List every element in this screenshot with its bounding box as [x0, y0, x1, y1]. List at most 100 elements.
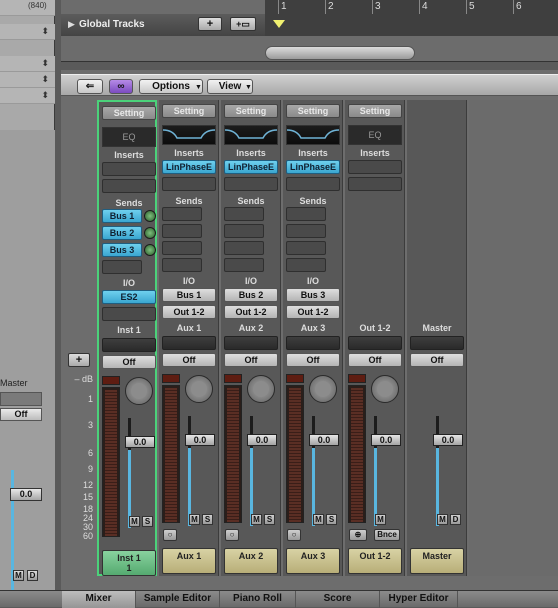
track-name-pill[interactable]: Aux 2: [224, 548, 278, 574]
pan-knob[interactable]: [371, 375, 399, 403]
mute-button[interactable]: M: [313, 514, 324, 525]
send-slot[interactable]: [286, 207, 326, 221]
group-slot[interactable]: [410, 336, 464, 350]
automation-mode-button[interactable]: Off: [286, 353, 340, 367]
solo-button[interactable]: S: [142, 516, 153, 527]
send-slot[interactable]: [224, 224, 264, 238]
clip-indicator[interactable]: [224, 374, 242, 383]
send-slot[interactable]: [162, 207, 202, 221]
track-name-pill[interactable]: Out 1-2: [348, 548, 402, 574]
send-slot[interactable]: Bus 2: [102, 226, 142, 240]
setting-button[interactable]: Setting: [348, 104, 402, 118]
insert-slot[interactable]: [224, 177, 278, 191]
send-slot[interactable]: [286, 224, 326, 238]
send-slot[interactable]: [286, 258, 326, 272]
horizontal-scrollbar[interactable]: [265, 46, 415, 60]
output-slot[interactable]: Out 1-2: [162, 305, 216, 319]
inspector-row[interactable]: ⬍: [0, 88, 55, 104]
global-tracks-header[interactable]: ▶ Global Tracks + +▭: [61, 14, 265, 36]
disclosure-triangle-icon[interactable]: ▶: [68, 19, 75, 30]
master-fader-cap[interactable]: 0.0: [10, 488, 42, 501]
mute-button[interactable]: M: [189, 514, 200, 525]
bounce-button[interactable]: Bnce: [374, 529, 400, 541]
send-slot[interactable]: Bus 3: [102, 243, 142, 257]
track-name-pill[interactable]: Inst 1 1: [102, 550, 156, 576]
send-slot[interactable]: [162, 224, 202, 238]
insert-slot[interactable]: LinPhaseE: [286, 160, 340, 174]
input-slot[interactable]: Bus 3: [286, 288, 340, 302]
group-slot[interactable]: [348, 336, 402, 350]
track-name-pill[interactable]: Aux 1: [162, 548, 216, 574]
setting-button[interactable]: Setting: [102, 106, 156, 120]
mute-button[interactable]: M: [129, 516, 140, 527]
send-slot[interactable]: [102, 260, 142, 274]
insert-slot[interactable]: LinPhaseE: [162, 160, 216, 174]
bar-ruler[interactable]: 1 2 3 4 5 6: [265, 0, 558, 36]
insert-slot[interactable]: [162, 177, 216, 191]
input-slot[interactable]: ES2: [102, 290, 156, 304]
insert-slot[interactable]: LinPhaseE: [224, 160, 278, 174]
send-slot[interactable]: [224, 258, 264, 272]
master-dim-button[interactable]: D: [27, 570, 38, 581]
send-level-knob[interactable]: [144, 210, 156, 222]
send-slot[interactable]: [162, 258, 202, 272]
add-track-with-folder-icon[interactable]: +▭: [230, 17, 256, 31]
link-icon[interactable]: ∞: [109, 79, 133, 94]
master-setting-slot[interactable]: [0, 392, 42, 406]
back-arrow-icon[interactable]: ⇐: [77, 79, 103, 94]
volume-fader[interactable]: 0.0: [309, 434, 339, 446]
inspector-row[interactable]: ⬍: [0, 56, 55, 72]
mute-button[interactable]: M: [251, 514, 262, 525]
pan-knob[interactable]: [247, 375, 275, 403]
add-channel-strip-button[interactable]: +: [68, 353, 90, 367]
send-level-knob[interactable]: [144, 227, 156, 239]
insert-slot[interactable]: [102, 179, 156, 193]
output-slot[interactable]: Out 1-2: [286, 305, 340, 319]
channel-strip-aux-3[interactable]: Setting Inserts LinPhaseE Sends I/O Bus …: [283, 100, 343, 576]
record-enable-icon[interactable]: ○: [225, 529, 239, 541]
inspector-row[interactable]: (840): [0, 0, 55, 16]
volume-fader[interactable]: 0.0: [433, 434, 463, 446]
solo-button[interactable]: S: [202, 514, 213, 525]
clip-indicator[interactable]: [162, 374, 180, 383]
channel-strip-aux-2[interactable]: Setting Inserts LinPhaseE Sends I/O Bus …: [221, 100, 281, 576]
insert-slot[interactable]: [286, 177, 340, 191]
automation-mode-button[interactable]: Off: [102, 355, 156, 369]
mute-button[interactable]: M: [375, 514, 386, 525]
automation-mode-button[interactable]: Off: [162, 353, 216, 367]
insert-slot[interactable]: [348, 160, 402, 174]
clip-indicator[interactable]: [348, 374, 366, 383]
automation-mode-button[interactable]: Off: [224, 353, 278, 367]
send-slot[interactable]: [224, 241, 264, 255]
eq-display[interactable]: EQ: [348, 125, 402, 145]
volume-fader[interactable]: 0.0: [247, 434, 277, 446]
group-slot[interactable]: [162, 336, 216, 350]
record-enable-icon[interactable]: ○: [287, 529, 301, 541]
eq-display[interactable]: [224, 125, 278, 145]
send-slot[interactable]: [224, 207, 264, 221]
tab-hyper-editor[interactable]: Hyper Editor: [380, 591, 458, 608]
clip-indicator[interactable]: [102, 376, 120, 385]
automation-mode-button[interactable]: Off: [410, 353, 464, 367]
clip-indicator[interactable]: [286, 374, 304, 383]
volume-fader[interactable]: 0.0: [371, 434, 401, 446]
master-automation-button[interactable]: Off: [0, 408, 42, 421]
group-slot[interactable]: [102, 338, 156, 352]
master-mute-button[interactable]: M: [13, 570, 24, 581]
inspector-row[interactable]: ⬍: [0, 72, 55, 88]
channel-strip-master[interactable]: Master Off 0.0 M D Master: [407, 100, 467, 576]
setting-button[interactable]: Setting: [162, 104, 216, 118]
inspector-row[interactable]: ⬍: [0, 24, 55, 40]
setting-button[interactable]: Setting: [224, 104, 278, 118]
input-slot[interactable]: Bus 1: [162, 288, 216, 302]
eq-display[interactable]: [162, 125, 216, 145]
input-slot[interactable]: Bus 2: [224, 288, 278, 302]
automation-mode-button[interactable]: Off: [348, 353, 402, 367]
tab-score[interactable]: Score: [296, 591, 380, 608]
send-slot[interactable]: [162, 241, 202, 255]
volume-fader[interactable]: 0.0: [125, 436, 155, 448]
solo-button[interactable]: S: [264, 514, 275, 525]
stereo-link-icon[interactable]: ⊕: [349, 529, 367, 541]
mute-button[interactable]: M: [437, 514, 448, 525]
record-enable-icon[interactable]: ○: [163, 529, 177, 541]
